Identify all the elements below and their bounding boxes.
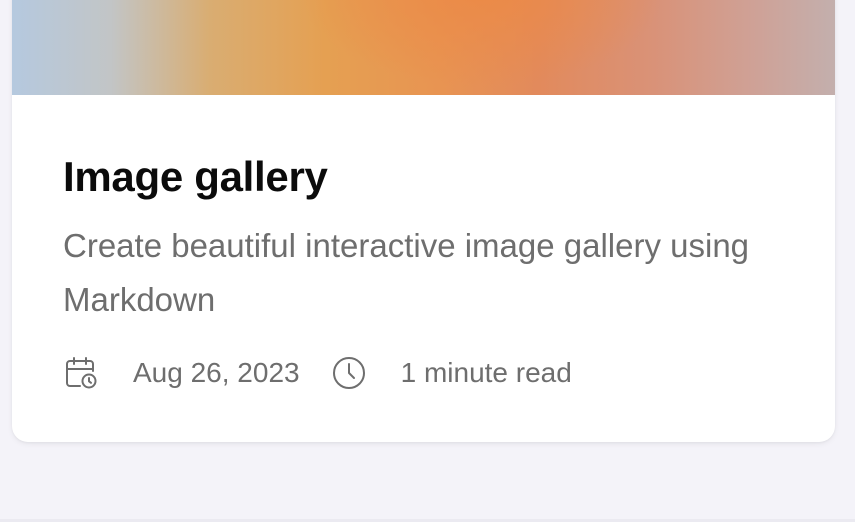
post-date: Aug 26, 2023 bbox=[133, 357, 300, 388]
calendar-clock-icon bbox=[63, 355, 99, 391]
post-title: Image gallery bbox=[63, 153, 328, 200]
card-body: Image gallery Create beautiful interacti… bbox=[63, 152, 793, 327]
read-time: 1 minute read bbox=[400, 357, 572, 388]
post-description: Create beautiful interactive image galle… bbox=[63, 227, 750, 318]
post-meta: Aug 26, 2023 1 minute read bbox=[63, 355, 572, 391]
cover-image bbox=[12, 0, 835, 95]
clock-icon bbox=[331, 355, 367, 391]
post-card[interactable]: Image gallery Create beautiful interacti… bbox=[12, 0, 835, 442]
